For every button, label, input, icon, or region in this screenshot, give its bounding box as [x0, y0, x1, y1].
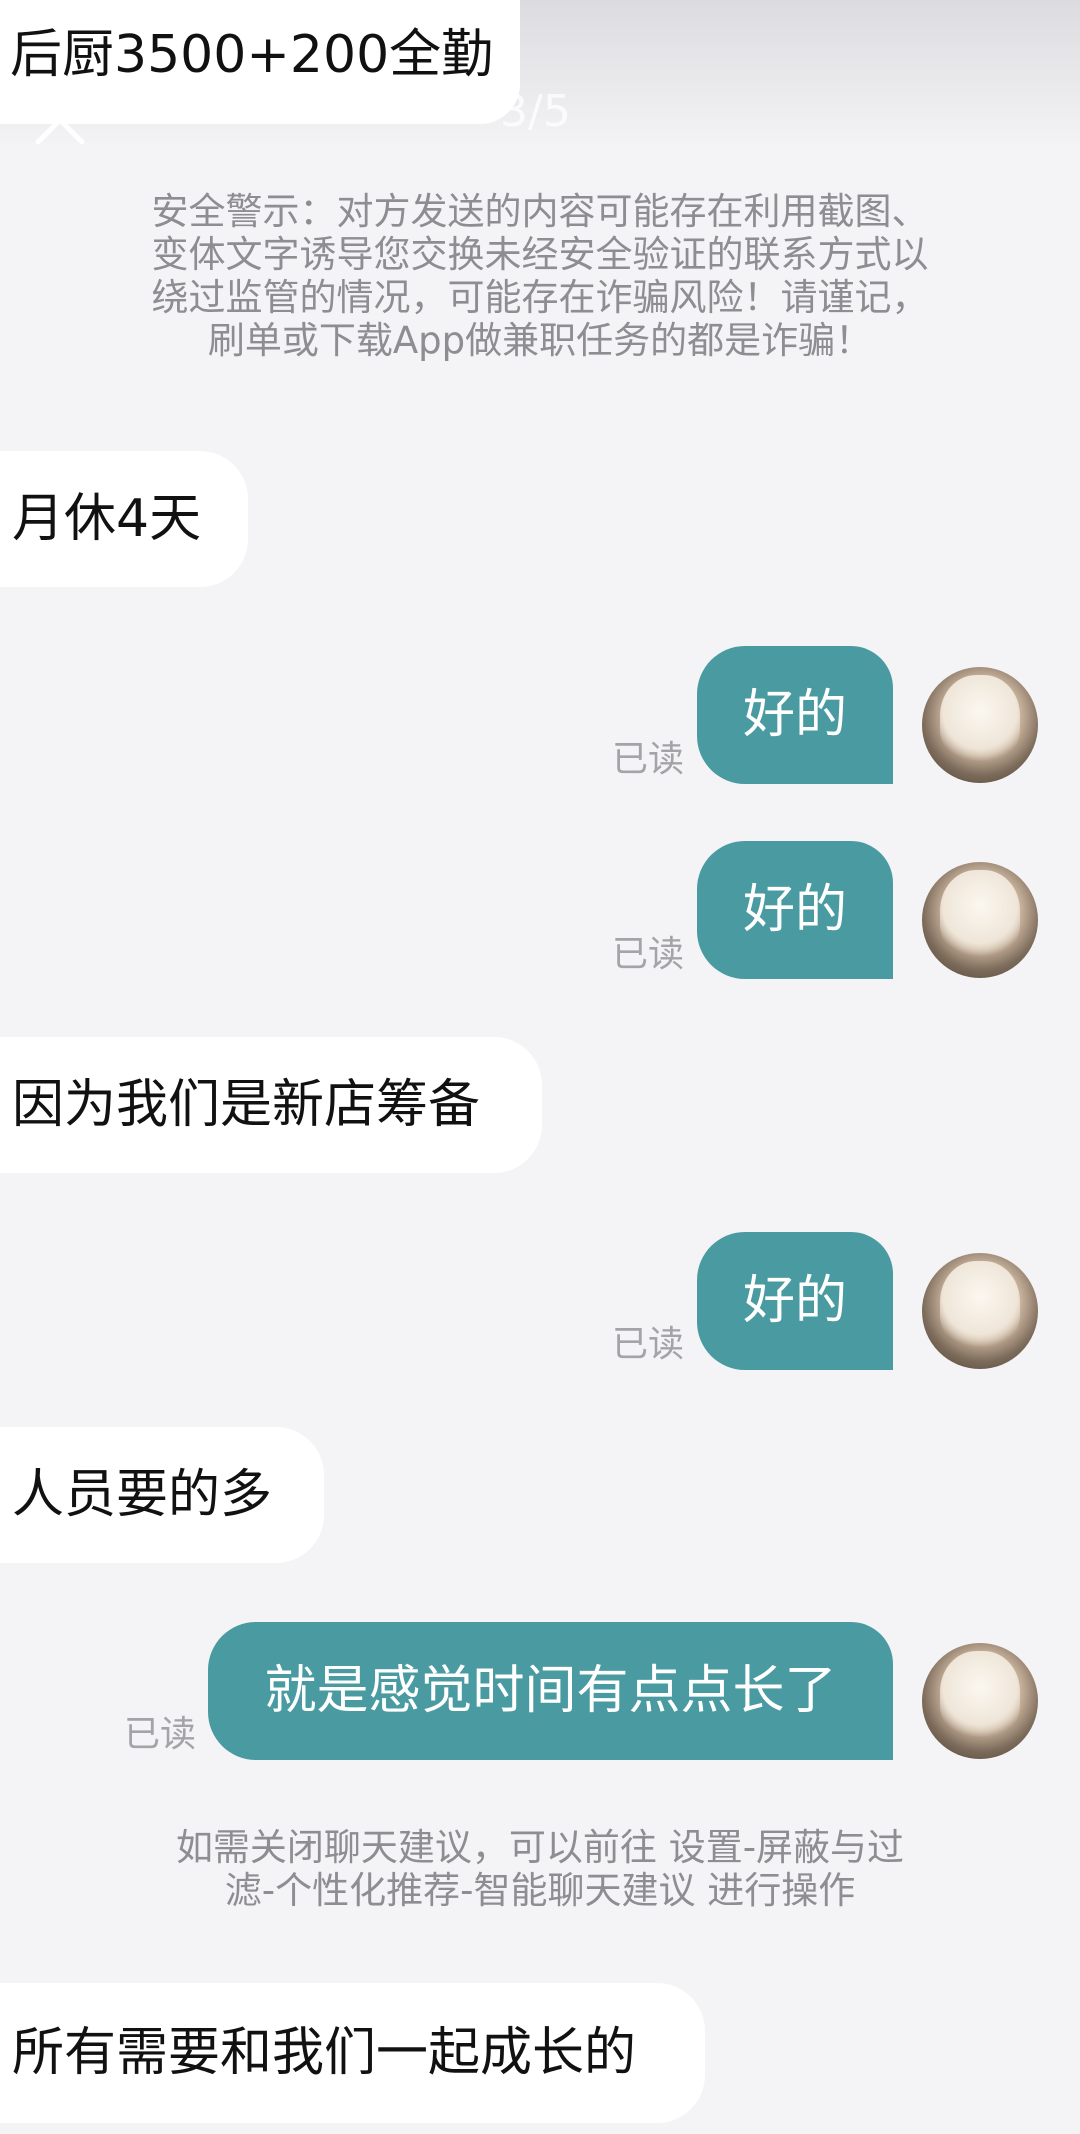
avatar-hair	[940, 870, 1020, 960]
incoming-message-bubble[interactable]: 人员要的多	[0, 1427, 324, 1563]
suggestion-notice-line: 如需关闭聊天建议，可以前往 设置-屏蔽与过	[175, 1826, 905, 1869]
chat-suggestion-notice: 如需关闭聊天建议，可以前往 设置-屏蔽与过 滤-个性化推荐-智能聊天建议 进行操…	[0, 1826, 1080, 1912]
close-icon[interactable]	[28, 88, 92, 152]
read-status: 已读	[612, 1324, 685, 1365]
message-text: 后厨3500+200全勤	[10, 25, 494, 85]
message-text: 月休4天	[12, 489, 202, 549]
message-text: 所有需要和我们一起成长的	[12, 2023, 637, 2083]
message-text: 好的	[742, 685, 847, 745]
avatar[interactable]	[922, 862, 1038, 978]
incoming-message-bubble[interactable]: 因为我们是新店筹备	[0, 1037, 542, 1173]
outgoing-message-bubble[interactable]: 好的	[697, 841, 893, 979]
outgoing-message-bubble[interactable]: 好的	[697, 1232, 893, 1370]
read-status: 已读	[612, 739, 685, 780]
read-status: 已读	[612, 934, 685, 975]
safety-notice-line: 安全警示：对方发送的内容可能存在利用截图、	[151, 190, 929, 233]
avatar[interactable]	[922, 1253, 1038, 1369]
safety-notice-line: 绕过监管的情况，可能存在诈骗风险！请谨记，	[151, 276, 929, 319]
incoming-message-bubble[interactable]: 月休4天	[0, 451, 248, 587]
outgoing-message-bubble[interactable]: 好的	[697, 646, 893, 784]
avatar-hair	[940, 1651, 1020, 1741]
safety-notice-line: 变体文字诱导您交换未经安全验证的联系方式以	[151, 233, 929, 276]
message-text: 就是感觉时间有点点长了	[264, 1661, 837, 1721]
page-indicator: 3/5	[500, 86, 571, 137]
avatar[interactable]	[922, 667, 1038, 783]
safety-notice: 安全警示：对方发送的内容可能存在利用截图、 变体文字诱导您交换未经安全验证的联系…	[0, 190, 1080, 362]
avatar-hair	[940, 675, 1020, 765]
message-text: 因为我们是新店筹备	[12, 1075, 481, 1135]
suggestion-notice-line: 滤-个性化推荐-智能聊天建议 进行操作	[224, 1869, 856, 1912]
incoming-message-bubble[interactable]: 所有需要和我们一起成长的	[0, 1983, 705, 2123]
avatar[interactable]	[922, 1643, 1038, 1759]
outgoing-message-bubble[interactable]: 就是感觉时间有点点长了	[208, 1622, 893, 1760]
message-text: 好的	[742, 1271, 847, 1331]
read-status: 已读	[124, 1714, 197, 1755]
message-text: 好的	[742, 880, 847, 940]
safety-notice-line: 刷单或下载App做兼职任务的都是诈骗！	[207, 319, 873, 362]
message-text: 人员要的多	[12, 1465, 273, 1525]
avatar-hair	[940, 1261, 1020, 1351]
